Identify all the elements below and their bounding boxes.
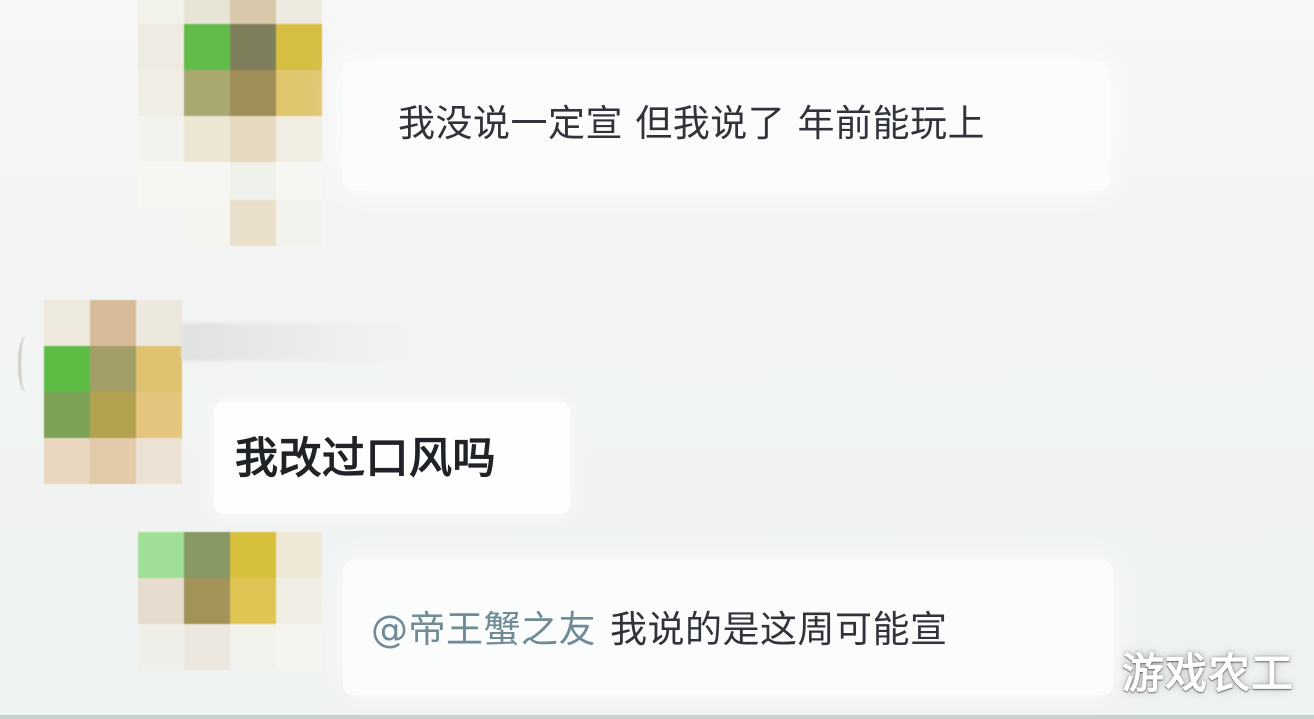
message-bubble[interactable]: @帝王蟹之友 我说的是这周可能宣	[343, 560, 1113, 695]
message-bubble[interactable]: 我改过口风吗	[214, 402, 570, 514]
message-text: 我改过口风吗	[235, 433, 496, 484]
message-text: @帝王蟹之友 我说的是这周可能宣	[371, 611, 948, 648]
avatar[interactable]	[138, 532, 322, 670]
message-text: 我没说一定宣 但我说了 年前能玩上	[398, 102, 986, 145]
chat-screen: 我没说一定宣 但我说了 年前能玩上 我改过口风吗 @帝王蟹之友 我说的是这周可能…	[0, 0, 1314, 719]
sender-name-blur	[181, 323, 417, 361]
message-bubble[interactable]: 我没说一定宣 但我说了 年前能玩上	[343, 61, 1110, 190]
avatar	[184, 200, 322, 246]
mention-link[interactable]: @帝王蟹之友	[371, 608, 596, 651]
watermark-logo: 游戏农工	[1121, 649, 1294, 698]
partial-edge-icon	[18, 336, 33, 392]
avatar[interactable]	[44, 300, 182, 484]
bottom-border	[0, 715, 1314, 719]
message-body: 我说的是这周可能宣	[610, 607, 948, 651]
avatar[interactable]	[138, 0, 322, 208]
